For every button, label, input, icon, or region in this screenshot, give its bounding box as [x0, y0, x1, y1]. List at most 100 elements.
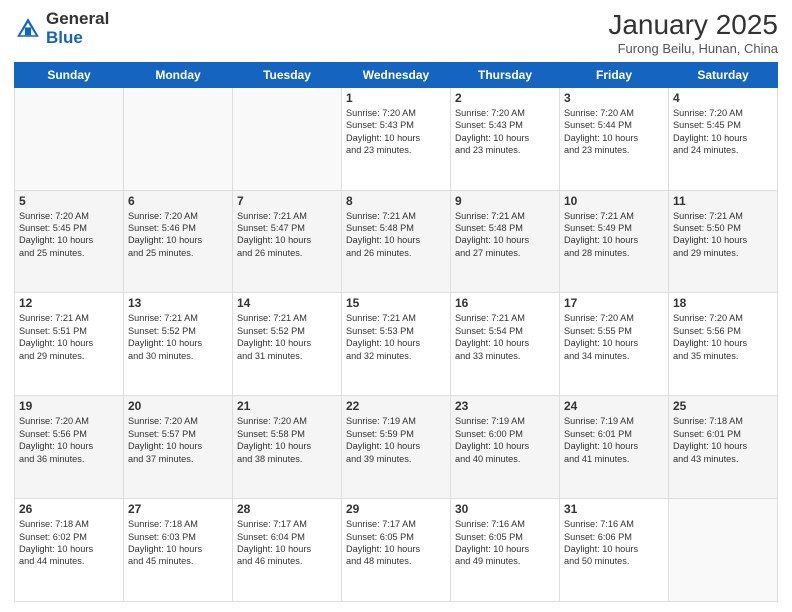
calendar-cell: 27Sunrise: 7:18 AM Sunset: 6:03 PM Dayli… [124, 499, 233, 602]
day-info: Sunrise: 7:21 AM Sunset: 5:52 PM Dayligh… [237, 312, 337, 362]
calendar-cell: 14Sunrise: 7:21 AM Sunset: 5:52 PM Dayli… [233, 293, 342, 396]
calendar-cell: 6 Sunrise: 7:20 AM Sunset: 5:46 PM Daylig… [124, 190, 233, 293]
col-sunday: Sunday [15, 62, 124, 87]
calendar-cell: 22 Sunrise: 7:19 AM Sunset: 5:59 PM Dayli… [342, 396, 451, 499]
calendar-week-row: 26 Sunrise: 7:18 AM Sunset: 6:02 PM Dayli… [15, 499, 778, 602]
calendar-cell: 20Sunrise: 7:20 AM Sunset: 5:57 PM Dayli… [124, 396, 233, 499]
day-info: Sunrise: 7:20 AM Sunset: 5:44 PM Dayligh… [564, 107, 664, 157]
day-number: 12 [19, 296, 119, 310]
day-info: Sunrise: 7:20 AM Sunset: 5:46 PM Dayligh… [128, 210, 228, 260]
calendar-cell: 4Sunrise: 7:20 AM Sunset: 5:45 PM Daylig… [669, 87, 778, 190]
calendar-cell: 17 Sunrise: 7:20 AM Sunset: 5:55 PM Dayli… [560, 293, 669, 396]
day-info: Sunrise: 7:21 AM Sunset: 5:54 PM Dayligh… [455, 312, 555, 362]
calendar-cell: 29Sunrise: 7:17 AM Sunset: 6:05 PM Dayli… [342, 499, 451, 602]
calendar-cell: 19Sunrise: 7:20 AM Sunset: 5:56 PM Dayli… [15, 396, 124, 499]
logo: General Blue [14, 10, 109, 47]
day-number: 9 [455, 194, 555, 208]
day-info: Sunrise: 7:20 AM Sunset: 5:56 PM Dayligh… [673, 312, 773, 362]
day-number: 11 [673, 194, 773, 208]
calendar-cell [15, 87, 124, 190]
calendar-table: Sunday Monday Tuesday Wednesday Thursday… [14, 62, 778, 602]
day-info: Sunrise: 7:20 AM Sunset: 5:43 PM Dayligh… [455, 107, 555, 157]
calendar-week-row: 12 Sunrise: 7:21 AM Sunset: 5:51 PM Dayli… [15, 293, 778, 396]
day-info: Sunrise: 7:16 AM Sunset: 6:06 PM Dayligh… [564, 518, 664, 568]
day-number: 25 [673, 399, 773, 413]
title-block: January 2025 Furong Beilu, Hunan, China [608, 10, 778, 56]
calendar-cell: 23 Sunrise: 7:19 AM Sunset: 6:00 PM Dayli… [451, 396, 560, 499]
calendar-cell: 18Sunrise: 7:20 AM Sunset: 5:56 PM Dayli… [669, 293, 778, 396]
day-info: Sunrise: 7:18 AM Sunset: 6:02 PM Dayligh… [19, 518, 119, 568]
calendar-cell: 3 Sunrise: 7:20 AM Sunset: 5:44 PM Daylig… [560, 87, 669, 190]
day-number: 31 [564, 502, 664, 516]
day-number: 13 [128, 296, 228, 310]
day-number: 21 [237, 399, 337, 413]
day-info: Sunrise: 7:20 AM Sunset: 5:55 PM Dayligh… [564, 312, 664, 362]
day-info: Sunrise: 7:20 AM Sunset: 5:57 PM Dayligh… [128, 415, 228, 465]
calendar-week-row: 1Sunrise: 7:20 AM Sunset: 5:43 PM Daylig… [15, 87, 778, 190]
day-info: Sunrise: 7:21 AM Sunset: 5:52 PM Dayligh… [128, 312, 228, 362]
day-number: 22 [346, 399, 446, 413]
col-friday: Friday [560, 62, 669, 87]
location-subtitle: Furong Beilu, Hunan, China [608, 41, 778, 56]
calendar-cell: 21 Sunrise: 7:20 AM Sunset: 5:58 PM Dayli… [233, 396, 342, 499]
day-info: Sunrise: 7:19 AM Sunset: 5:59 PM Dayligh… [346, 415, 446, 465]
col-saturday: Saturday [669, 62, 778, 87]
day-number: 26 [19, 502, 119, 516]
day-info: Sunrise: 7:16 AM Sunset: 6:05 PM Dayligh… [455, 518, 555, 568]
calendar-cell: 13 Sunrise: 7:21 AM Sunset: 5:52 PM Dayli… [124, 293, 233, 396]
calendar-cell: 24 Sunrise: 7:19 AM Sunset: 6:01 PM Dayli… [560, 396, 669, 499]
day-number: 3 [564, 91, 664, 105]
calendar-cell: 15 Sunrise: 7:21 AM Sunset: 5:53 PM Dayli… [342, 293, 451, 396]
calendar-week-row: 19Sunrise: 7:20 AM Sunset: 5:56 PM Dayli… [15, 396, 778, 499]
day-info: Sunrise: 7:20 AM Sunset: 5:43 PM Dayligh… [346, 107, 446, 157]
day-info: Sunrise: 7:19 AM Sunset: 6:01 PM Dayligh… [564, 415, 664, 465]
day-info: Sunrise: 7:21 AM Sunset: 5:51 PM Dayligh… [19, 312, 119, 362]
day-info: Sunrise: 7:20 AM Sunset: 5:45 PM Dayligh… [673, 107, 773, 157]
day-info: Sunrise: 7:21 AM Sunset: 5:53 PM Dayligh… [346, 312, 446, 362]
calendar-cell [233, 87, 342, 190]
day-info: Sunrise: 7:18 AM Sunset: 6:03 PM Dayligh… [128, 518, 228, 568]
day-info: Sunrise: 7:21 AM Sunset: 5:48 PM Dayligh… [455, 210, 555, 260]
calendar-body: 1Sunrise: 7:20 AM Sunset: 5:43 PM Daylig… [15, 87, 778, 601]
day-info: Sunrise: 7:19 AM Sunset: 6:00 PM Dayligh… [455, 415, 555, 465]
day-number: 30 [455, 502, 555, 516]
day-info: Sunrise: 7:18 AM Sunset: 6:01 PM Dayligh… [673, 415, 773, 465]
calendar-cell: 28Sunrise: 7:17 AM Sunset: 6:04 PM Dayli… [233, 499, 342, 602]
calendar-cell: 25 Sunrise: 7:18 AM Sunset: 6:01 PM Dayli… [669, 396, 778, 499]
header: General Blue January 2025 Furong Beilu, … [14, 10, 778, 56]
calendar-week-row: 5 Sunrise: 7:20 AM Sunset: 5:45 PM Daylig… [15, 190, 778, 293]
day-number: 15 [346, 296, 446, 310]
logo-icon [14, 15, 42, 43]
day-info: Sunrise: 7:20 AM Sunset: 5:58 PM Dayligh… [237, 415, 337, 465]
calendar-cell: 5 Sunrise: 7:20 AM Sunset: 5:45 PM Daylig… [15, 190, 124, 293]
calendar-cell [669, 499, 778, 602]
month-title: January 2025 [608, 10, 778, 41]
day-info: Sunrise: 7:21 AM Sunset: 5:47 PM Dayligh… [237, 210, 337, 260]
calendar-cell: 9 Sunrise: 7:21 AM Sunset: 5:48 PM Daylig… [451, 190, 560, 293]
day-number: 6 [128, 194, 228, 208]
calendar-cell: 26 Sunrise: 7:18 AM Sunset: 6:02 PM Dayli… [15, 499, 124, 602]
col-tuesday: Tuesday [233, 62, 342, 87]
day-info: Sunrise: 7:21 AM Sunset: 5:49 PM Dayligh… [564, 210, 664, 260]
day-number: 2 [455, 91, 555, 105]
day-info: Sunrise: 7:20 AM Sunset: 5:45 PM Dayligh… [19, 210, 119, 260]
calendar-cell: 12 Sunrise: 7:21 AM Sunset: 5:51 PM Dayli… [15, 293, 124, 396]
calendar-cell: 7 Sunrise: 7:21 AM Sunset: 5:47 PM Daylig… [233, 190, 342, 293]
calendar-cell: 31 Sunrise: 7:16 AM Sunset: 6:06 PM Dayli… [560, 499, 669, 602]
calendar-cell: 16 Sunrise: 7:21 AM Sunset: 5:54 PM Dayli… [451, 293, 560, 396]
col-monday: Monday [124, 62, 233, 87]
day-number: 23 [455, 399, 555, 413]
day-number: 8 [346, 194, 446, 208]
day-number: 7 [237, 194, 337, 208]
day-number: 24 [564, 399, 664, 413]
day-info: Sunrise: 7:20 AM Sunset: 5:56 PM Dayligh… [19, 415, 119, 465]
calendar-cell: 1Sunrise: 7:20 AM Sunset: 5:43 PM Daylig… [342, 87, 451, 190]
day-number: 16 [455, 296, 555, 310]
calendar-cell: 30 Sunrise: 7:16 AM Sunset: 6:05 PM Dayli… [451, 499, 560, 602]
day-number: 17 [564, 296, 664, 310]
calendar-cell: 8Sunrise: 7:21 AM Sunset: 5:48 PM Daylig… [342, 190, 451, 293]
calendar-cell: 11Sunrise: 7:21 AM Sunset: 5:50 PM Dayli… [669, 190, 778, 293]
day-info: Sunrise: 7:17 AM Sunset: 6:04 PM Dayligh… [237, 518, 337, 568]
day-number: 5 [19, 194, 119, 208]
calendar-header-row: Sunday Monday Tuesday Wednesday Thursday… [15, 62, 778, 87]
